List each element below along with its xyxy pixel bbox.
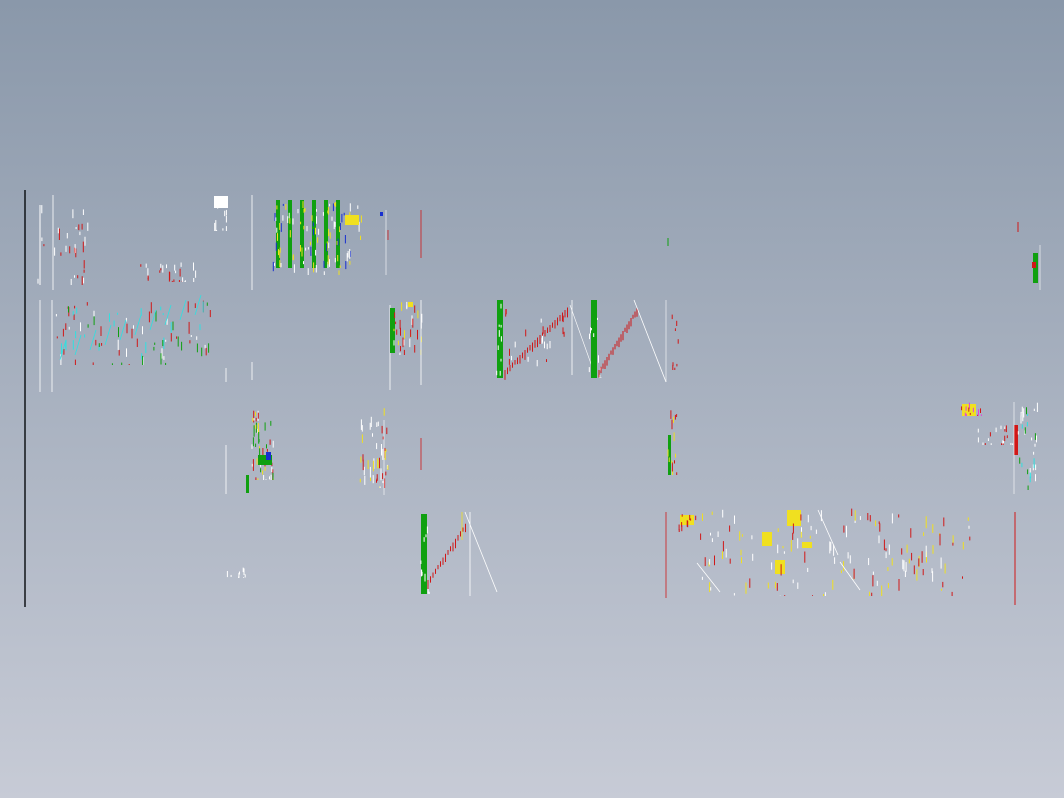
column-bar[interactable] (497, 300, 503, 378)
column-bar[interactable] (591, 300, 597, 378)
viewport-background (0, 0, 1064, 798)
label-block[interactable] (775, 560, 785, 574)
column-bar[interactable] (246, 475, 249, 493)
cad-drawing-viewport[interactable] (0, 0, 1064, 798)
column-bar[interactable] (421, 514, 427, 594)
column-bar[interactable] (300, 200, 304, 268)
label-block[interactable] (802, 542, 812, 548)
cad-drawing-canvas[interactable] (0, 0, 1064, 798)
column-bar[interactable] (324, 200, 328, 268)
label-block[interactable] (762, 532, 772, 546)
label-block[interactable] (345, 215, 359, 225)
marker[interactable] (1014, 425, 1018, 455)
label-block[interactable] (787, 510, 801, 526)
marker[interactable] (408, 302, 413, 307)
marker[interactable] (266, 452, 271, 460)
marker[interactable] (380, 212, 383, 216)
marker[interactable] (1032, 262, 1036, 268)
